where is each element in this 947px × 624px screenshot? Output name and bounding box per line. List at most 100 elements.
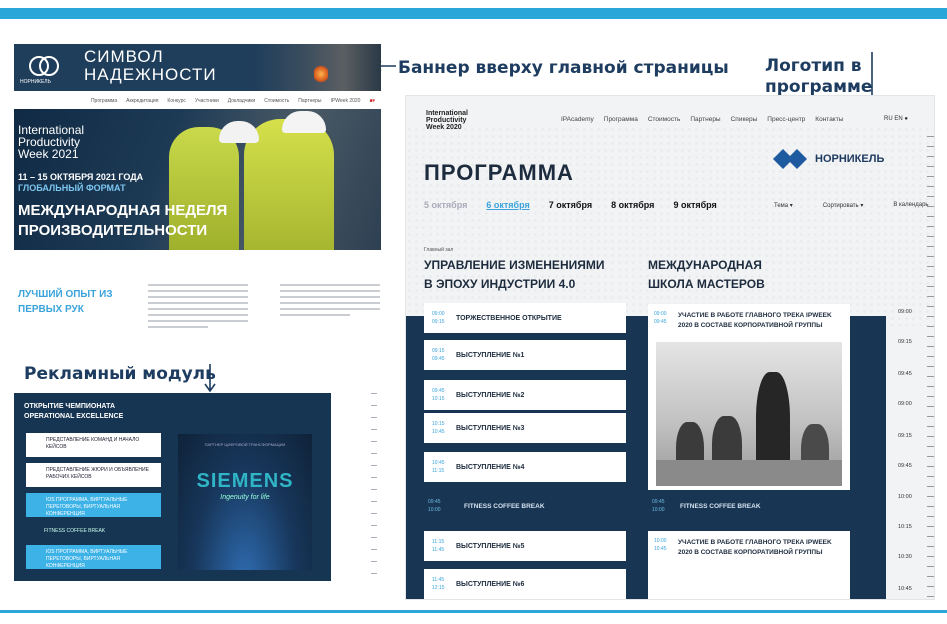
nav-item[interactable]: Партнеры	[690, 116, 720, 123]
nav-item[interactable]: Спикеры	[731, 116, 758, 123]
session-title: ВЫСТУПЛЕНИЕ №1	[456, 351, 525, 359]
nav-item[interactable]: Контакты	[815, 116, 843, 123]
session-card[interactable]: 11:15 11:45 ВЫСТУПЛЕНИЕ №5	[424, 531, 626, 561]
session-card[interactable]: 09:15 09:45 ВЫСТУПЛЕНИЕ №1	[424, 340, 626, 370]
nav-item[interactable]: Партнеры	[298, 98, 321, 104]
photo-table	[656, 460, 842, 486]
sort-dropdown[interactable]: Сортировать ▾	[823, 202, 864, 209]
left-timeline	[341, 393, 381, 583]
session-time: 09:00 09:15	[432, 311, 445, 325]
session-card[interactable]: 11:45 12:15 ВЫСТУПЛЕНИЕ №6	[424, 569, 626, 599]
schedule-item[interactable]: IOS ПРОГРАММА, ВИРТУАЛЬНЫЕ ПЕРЕГОВОРЫ, В…	[26, 493, 161, 517]
session-time: 09:00 09:45	[654, 311, 667, 325]
siemens-slogan: Ingenuity for life	[220, 494, 270, 501]
masterclass-card[interactable]: 09:00 09:45 УЧАСТИЕ В РАБОТЕ ГЛАВНОГО ТР…	[648, 304, 850, 490]
session-title: ТОРЖЕСТВЕННОЕ ОТКРЫТИЕ	[456, 314, 562, 322]
nav-item[interactable]: Программа	[604, 116, 638, 123]
hero-banner: International Productivity Week 2021 11 …	[14, 109, 381, 250]
top-accent-stripe	[0, 8, 947, 19]
ipweek-logo[interactable]: International Productivity Week 2020	[426, 110, 476, 131]
schedule-coffee: FITNESS COFFEE BREAK	[44, 528, 106, 534]
schedule-item[interactable]: IOS ПРОГРАММА, ВИРТУАЛЬНЫЕ ПЕРЕГОВОРЫ, В…	[26, 545, 161, 569]
track-title-line: МЕЖДУНАРОДНАЯ	[648, 258, 762, 272]
session-title: УЧАСТИЕ В РАБОТЕ ГЛАВНОГО ТРЕКА IPWEEK 2…	[678, 312, 832, 329]
session-title: ВЫСТУПЛЕНИЕ №3	[456, 424, 525, 432]
schedule-item[interactable]: ПРЕДСТАВЛЕНИЕ ЖЮРИ И ОБЪЯВЛЕНИЕ РАБОЧИХ …	[26, 463, 161, 487]
masterclass-card[interactable]: 10:00 10:45 УЧАСТИЕ В РАБОТЕ ГЛАВНОГО ТР…	[648, 531, 850, 599]
schedule-item-title: ПРЕДСТАВЛЕНИЕ КОМАНД И НАЧАЛО КЕЙСОВ	[46, 437, 140, 450]
hall-label: Главный зал	[424, 247, 454, 253]
timeline-label: 10:45	[898, 586, 912, 592]
hero-dates: 11 – 15 ОКТЯБРЯ 2021 ГОДА	[18, 172, 144, 182]
track-title-line: ШКОЛА МАСТЕРОВ	[648, 277, 765, 291]
session-time: 10:45 11:15	[432, 460, 445, 474]
nav-item[interactable]: IPAcademy	[561, 116, 594, 123]
callout-logo-l1: Логотип в	[765, 56, 862, 76]
best-practice-heading: ЛУЧШИЙ ОПЫТ ИЗ ПЕРВЫХ РУК	[18, 289, 113, 315]
helmet	[219, 121, 259, 143]
session-time: 11:15 11:45	[432, 539, 445, 553]
schedule-title: ОТКРЫТИЕ ЧЕМПИОНАТА OPERATIONAL EXCELLEN…	[24, 403, 124, 420]
callout-banner: Баннер вверху главной страницы	[398, 58, 729, 78]
session-card[interactable]: 09:00 09:15 ТОРЖЕСТВЕННОЕ ОТКРЫТИЕ	[424, 303, 626, 333]
date-tab[interactable]: 7 октября	[549, 200, 592, 210]
coffee-time: 09:45 10:00	[428, 499, 441, 513]
top-banner[interactable]: НОРНИКЕЛЬ СИМВОЛ НАДЕЖНОСТИ	[14, 44, 381, 91]
nav-item[interactable]: IPWeek 2020	[331, 98, 361, 104]
date-tab-active[interactable]: 6 октября	[486, 200, 529, 210]
timeline-label: 10:15	[898, 524, 912, 530]
program-page: International Productivity Week 2020 IPA…	[405, 95, 935, 600]
text-block	[280, 284, 380, 340]
timeline-label: 09:45	[898, 371, 912, 377]
arrow-down-icon	[204, 364, 216, 393]
coffee-break: 09:45 10:00 FITNESS COFFEE BREAK	[652, 498, 761, 514]
session-card[interactable]: 10:15 10:45 ВЫСТУПЛЕНИЕ №3	[424, 413, 626, 443]
date-tab[interactable]: 5 октября	[424, 200, 467, 210]
text-block	[148, 284, 248, 340]
banner-text: СИМВОЛ НАДЕЖНОСТИ	[84, 48, 217, 84]
hero-event-name: International Productivity Week 2021	[18, 123, 85, 161]
language-switch[interactable]: RU EN ●	[884, 116, 908, 122]
program-nav: IPAcademy Программа Стоимость Партнеры С…	[561, 116, 843, 123]
session-title: УЧАСТИЕ В РАБОТЕ ГЛАВНОГО ТРЕКА IPWEEK 2…	[678, 539, 832, 556]
siemens-ad[interactable]: ПАРТНЕР ЦИФРОВОЙ ТРАНСФОРМАЦИИ SIEMENS I…	[178, 434, 312, 570]
nav-item[interactable]: Участники	[195, 98, 219, 104]
track-title-line: В ЭПОХУ ИНДУСТРИИ 4.0	[424, 277, 576, 291]
calendar-link[interactable]: В календарь	[893, 202, 928, 209]
session-time: 09:45 10:15	[432, 388, 445, 402]
nav-item[interactable]: Стоимость	[264, 98, 289, 104]
nav-item[interactable]: Пресс-центр	[767, 116, 805, 123]
timeline-label: 10:30	[898, 554, 912, 560]
coffee-title: FITNESS COFFEE BREAK	[464, 502, 545, 510]
topic-dropdown[interactable]: Тема ▾	[774, 202, 793, 209]
nav-item[interactable]: Программа	[91, 98, 117, 104]
date-tab[interactable]: 9 октября	[673, 200, 716, 210]
helmet	[282, 111, 326, 133]
nav-item[interactable]: Конкурс	[167, 98, 185, 104]
flag-icon[interactable]: ■▾	[369, 98, 375, 104]
timeline-label: 09:45	[898, 463, 912, 469]
banner-line1: СИМВОЛ	[84, 47, 164, 66]
coffee-time: 09:45 10:00	[652, 499, 665, 513]
banner-molten-metal	[314, 64, 328, 84]
timeline-label: 09:00	[898, 401, 912, 407]
banner-logo-caption: НОРНИКЕЛЬ	[20, 79, 51, 85]
coffee-break: 09:45 10:00 FITNESS COFFEE BREAK	[428, 498, 545, 514]
sponsor-logo[interactable]: НОРНИКЕЛЬ	[771, 144, 901, 174]
track-title-line: УПРАВЛЕНИЕ ИЗМЕНЕНИЯМИ	[424, 258, 605, 272]
nav-item[interactable]: Стоимость	[648, 116, 681, 123]
left-site-nav: Программа Аккредитация Конкурс Участники…	[14, 94, 381, 108]
nav-item[interactable]: Докладчики	[228, 98, 255, 104]
page-title: ПРОГРАММА	[424, 160, 574, 185]
session-title: ВЫСТУПЛЕНИЕ №6	[456, 580, 525, 588]
schedule-item-title: IOS ПРОГРАММА, ВИРТУАЛЬНЫЕ ПЕРЕГОВОРЫ, В…	[46, 497, 128, 517]
conference-photo	[656, 342, 842, 486]
hero-format: ГЛОБАЛЬНЫЙ ФОРМАТ	[18, 183, 126, 193]
track2-title: МЕЖДУНАРОДНАЯ ШКОЛА МАСТЕРОВ	[648, 256, 765, 294]
schedule-item[interactable]: ПРЕДСТАВЛЕНИЕ КОМАНД И НАЧАЛО КЕЙСОВ	[26, 433, 161, 457]
nav-item[interactable]: Аккредитация	[126, 98, 158, 104]
timeline-label: 10:00	[898, 494, 912, 500]
session-card[interactable]: 10:45 11:15 ВЫСТУПЛЕНИЕ №4	[424, 452, 626, 482]
date-tab[interactable]: 8 октября	[611, 200, 654, 210]
session-card[interactable]: 09:45 10:15 ВЫСТУПЛЕНИЕ №2	[424, 380, 626, 410]
